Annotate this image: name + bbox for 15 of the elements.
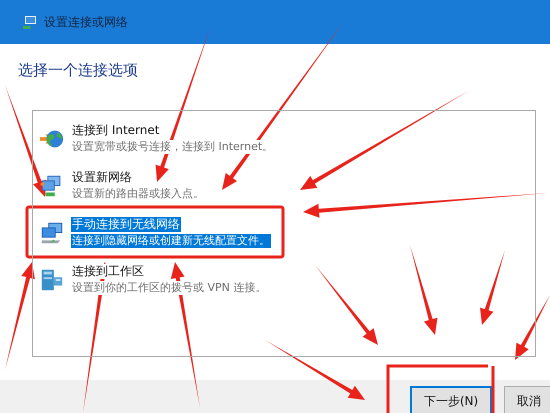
option-description: 连接到隐藏网络或创建新无线配置文件。: [71, 234, 271, 248]
option-title: 连接到 Internet: [71, 123, 160, 138]
option-title: 设置新网络: [71, 170, 133, 185]
connection-option[interactable]: 设置新网络 设置新的路由器或接入点。: [39, 166, 529, 213]
window-title: 设置连接或网络: [44, 14, 128, 30]
network-icon: [22, 14, 38, 30]
option-title: 连接到工作区: [71, 264, 145, 279]
connection-option[interactable]: 连接到 Internet 设置宽带或拨号连接，连接到 Internet。: [39, 119, 529, 166]
connection-option[interactable]: 连接到工作区 设置到你的工作区的拨号或 VPN 连接。: [39, 260, 529, 307]
page-heading: 选择一个连接选项: [18, 61, 139, 80]
next-button[interactable]: 下一步(N): [410, 386, 492, 413]
annotation-arrow: [515, 295, 550, 360]
connection-option[interactable]: 手动连接到无线网络 连接到隐藏网络或创建新无线配置文件。: [39, 213, 529, 260]
cancel-button[interactable]: 取消: [504, 386, 550, 413]
option-title: 手动连接到无线网络: [71, 217, 181, 232]
